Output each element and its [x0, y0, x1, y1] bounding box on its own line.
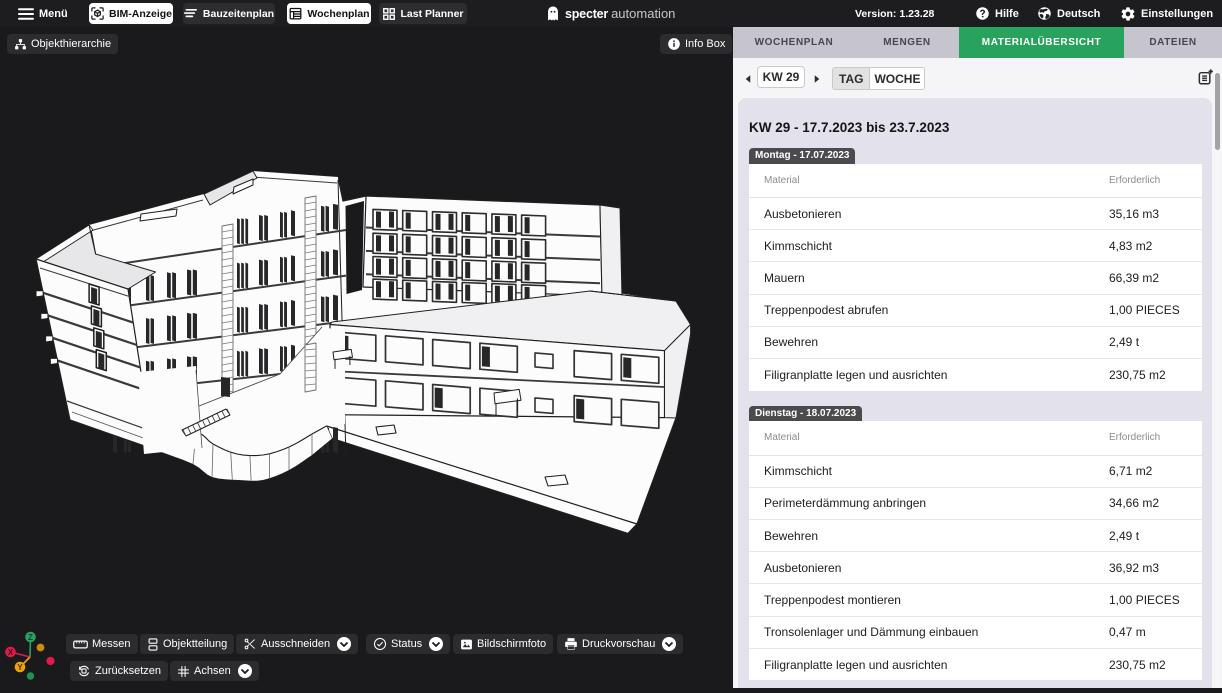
svg-text:X: X	[8, 648, 14, 657]
svg-text:Y: Y	[17, 663, 23, 672]
svg-text:Z: Z	[28, 633, 33, 642]
